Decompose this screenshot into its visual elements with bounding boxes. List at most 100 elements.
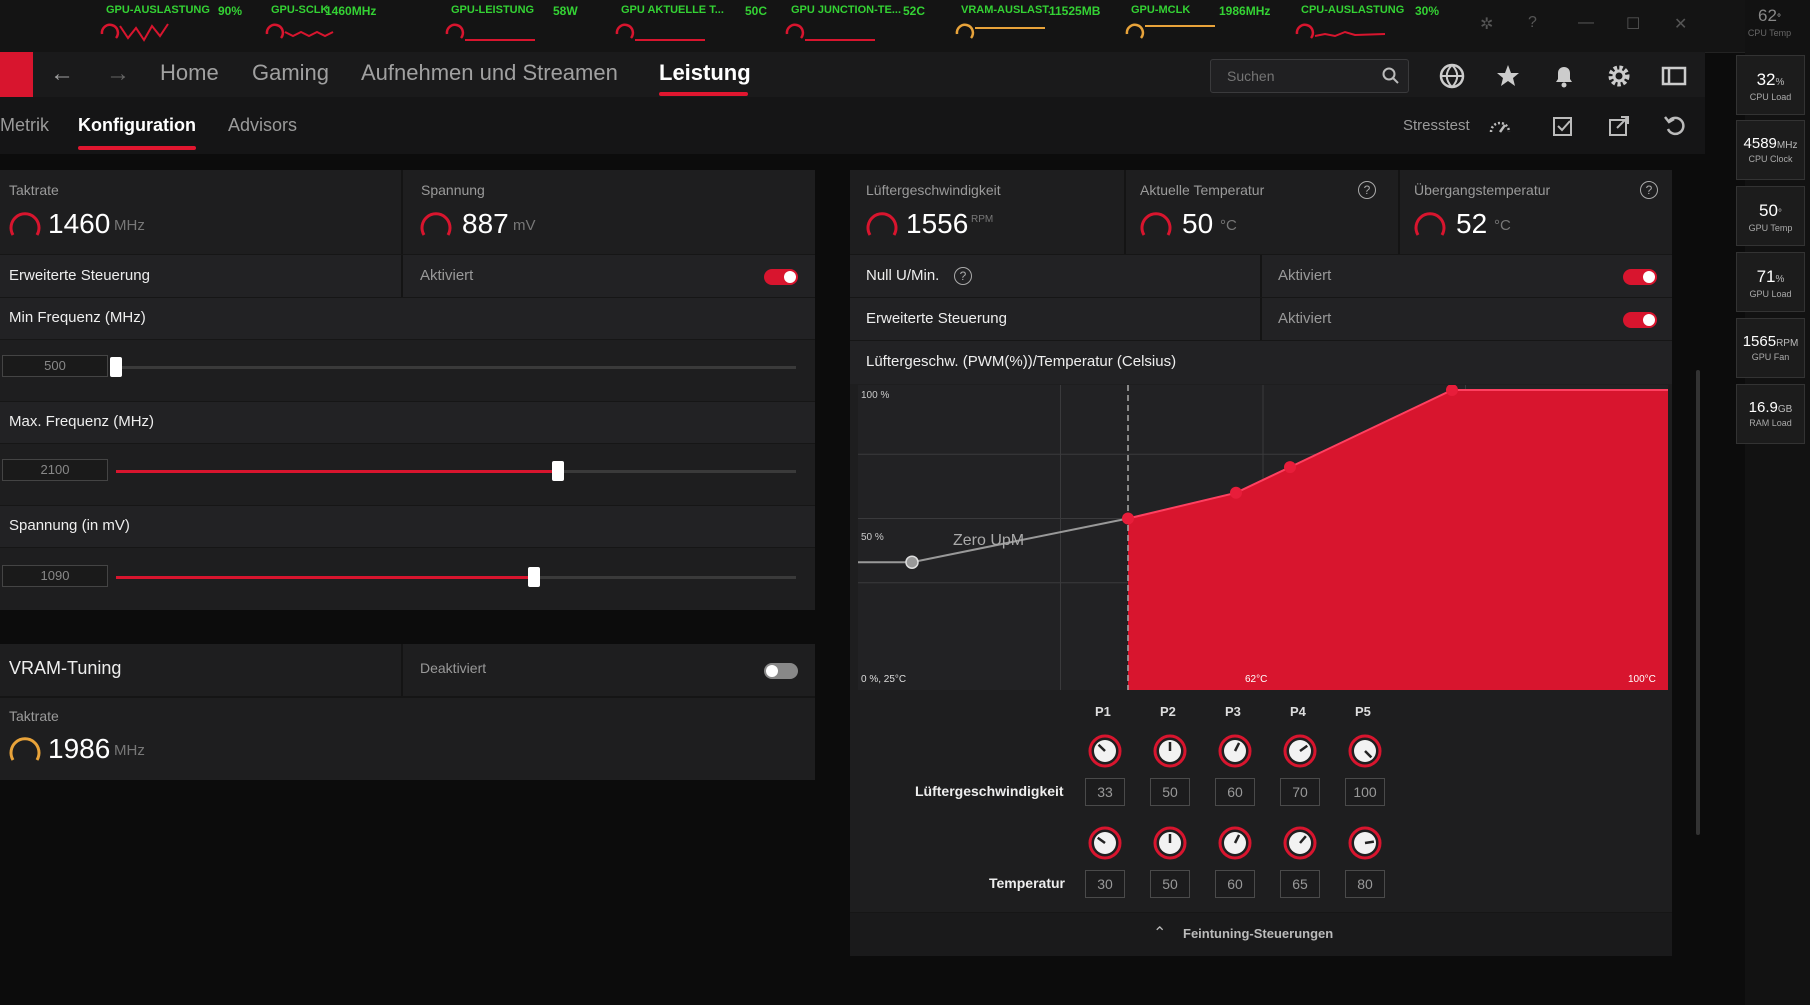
rail-unit: ° xyxy=(1776,13,1781,24)
star-icon[interactable] xyxy=(1494,62,1522,90)
voltage-mv-header: Spannung (in mV) xyxy=(0,505,815,548)
nav-home[interactable]: Home xyxy=(160,60,219,86)
temperature-input-p2[interactable]: 50 xyxy=(1150,870,1190,898)
help-icon[interactable]: ? xyxy=(954,267,972,285)
temperature-knob-p1[interactable] xyxy=(1088,826,1122,860)
metric-gpu-sclk: GPU-SCLK 1460MHz xyxy=(255,0,425,52)
fan-point-controls: P1 P2 P3 P4 P5 Lüftergeschwindigkeit Tem… xyxy=(850,698,1672,908)
export-icon[interactable] xyxy=(1605,112,1633,140)
search-input[interactable] xyxy=(1225,67,1379,85)
nav-performance[interactable]: Leistung xyxy=(659,60,751,86)
fan-curve-chart[interactable]: 100 % 50 % 0 %, 25°C Zero UpM 62°C 100°C xyxy=(858,385,1668,690)
stresstest-gauge-icon[interactable] xyxy=(1486,112,1514,140)
help-icon[interactable]: ? xyxy=(1358,181,1376,199)
rail-label: GPU Temp xyxy=(1748,223,1793,233)
temperature-input-p5[interactable]: 80 xyxy=(1345,870,1385,898)
origin-label: 0 %, 25°C xyxy=(861,674,906,685)
fan-speed-label: Lüftergeschwindigkeit xyxy=(866,182,1001,198)
max-frequency-slider-handle[interactable] xyxy=(552,461,564,481)
voltage-gauge-icon xyxy=(420,212,452,236)
current-temp-value: 50 xyxy=(1182,208,1214,239)
fan-speed-knob-p4[interactable] xyxy=(1283,734,1317,768)
maximize-icon[interactable]: ☐ xyxy=(1626,14,1640,34)
metric-label: GPU-MCLK xyxy=(1131,4,1191,16)
metric-gpu-mclk: GPU-MCLK 1986MHz xyxy=(1115,0,1285,52)
sidebar-panel-icon[interactable] xyxy=(1660,62,1688,90)
fine-tuning-toggle-row[interactable]: ⌃ Feintuning-Steuerungen xyxy=(850,912,1672,956)
advanced-control-row: Erweiterte Steuerung Aktiviert xyxy=(0,254,815,298)
voltage-label: Spannung xyxy=(421,182,485,198)
slider-track[interactable] xyxy=(116,366,796,369)
temperature-knob-p4[interactable] xyxy=(1283,826,1317,860)
fan-curve-title: Lüftergeschw. (PWM(%))/Temperatur (Celsi… xyxy=(866,353,1177,370)
fan-speed-knob-p5[interactable] xyxy=(1348,734,1382,768)
temperature-input-p1[interactable]: 30 xyxy=(1085,870,1125,898)
reset-icon[interactable] xyxy=(1661,112,1689,140)
advanced-control-toggle[interactable] xyxy=(764,269,798,285)
amd-logo-icon[interactable] xyxy=(0,52,33,97)
min-frequency-label: Min Frequenz (MHz) xyxy=(9,309,146,326)
curve-point-p2[interactable] xyxy=(1230,486,1242,499)
temperature-knob-p2[interactable] xyxy=(1153,826,1187,860)
gear-icon[interactable] xyxy=(1605,62,1633,90)
forward-icon[interactable]: → xyxy=(106,60,130,88)
junction-temp-unit: °C xyxy=(1494,217,1511,234)
min-frequency-input[interactable]: 500 xyxy=(2,355,108,377)
search-box[interactable] xyxy=(1210,59,1409,93)
tab-advisors[interactable]: Advisors xyxy=(228,115,297,136)
globe-icon[interactable] xyxy=(1438,62,1466,90)
fan-advanced-toggle[interactable] xyxy=(1623,312,1657,328)
fan-speed-knob-p3[interactable] xyxy=(1218,734,1252,768)
fan-speed-input-p5[interactable]: 100 xyxy=(1345,778,1385,806)
voltage-mv-input[interactable]: 1090 xyxy=(2,565,108,587)
fan-speed-input-p1[interactable]: 33 xyxy=(1085,778,1125,806)
rail-item: 50° GPU Temp xyxy=(1736,186,1805,246)
temperature-input-p3[interactable]: 60 xyxy=(1215,870,1255,898)
min-frequency-slider-handle[interactable] xyxy=(110,357,122,377)
back-icon[interactable]: ← xyxy=(50,60,74,88)
tab-configuration[interactable]: Konfiguration xyxy=(78,115,196,136)
help-icon[interactable]: ? xyxy=(1528,14,1537,32)
temperature-input-p4[interactable]: 65 xyxy=(1280,870,1320,898)
junction-temp-value: 52 xyxy=(1456,208,1488,239)
zero-rpm-point[interactable] xyxy=(905,555,919,569)
curve-point-p3[interactable] xyxy=(1284,461,1296,474)
bell-icon[interactable] xyxy=(1550,62,1578,90)
minimize-icon[interactable]: — xyxy=(1578,14,1594,32)
rail-unit: GB xyxy=(1777,404,1793,415)
bug-icon[interactable]: ✲ xyxy=(1480,14,1493,34)
divider xyxy=(1398,170,1400,254)
vram-tuning-toggle[interactable] xyxy=(764,663,798,679)
voltage-mv-slider-handle[interactable] xyxy=(528,567,541,587)
metric-gpu-power: GPU-LEISTUNG 58W xyxy=(435,0,605,52)
nav-record-stream[interactable]: Aufnehmen und Streamen xyxy=(361,60,618,86)
search-icon[interactable] xyxy=(1382,67,1400,85)
fan-speed-input-p3[interactable]: 60 xyxy=(1215,778,1255,806)
divider xyxy=(401,255,403,298)
scrollbar[interactable] xyxy=(1696,370,1700,835)
nav-gaming[interactable]: Gaming xyxy=(252,60,329,86)
rail-label: CPU Clock xyxy=(1748,154,1793,164)
junction-temp-label: Übergangstemperatur xyxy=(1414,182,1551,198)
chevron-up-icon[interactable]: ⌃ xyxy=(1153,923,1166,943)
x-axis-max-label: 100°C xyxy=(1628,674,1656,685)
close-icon[interactable]: ✕ xyxy=(1674,14,1687,34)
rail-unit: ° xyxy=(1777,208,1782,219)
apply-changes-icon[interactable] xyxy=(1549,112,1577,140)
fan-speed-knob-p2[interactable] xyxy=(1153,734,1187,768)
sparkline-icon xyxy=(100,23,169,42)
min-frequency-slider-row: 500 xyxy=(0,339,815,392)
fan-speed-input-p4[interactable]: 70 xyxy=(1280,778,1320,806)
clock-gauge-icon xyxy=(9,212,41,236)
help-icon[interactable]: ? xyxy=(1640,181,1658,199)
temperature-knob-p5[interactable] xyxy=(1348,826,1382,860)
fan-speed-knob-p1[interactable] xyxy=(1088,734,1122,768)
temperature-knob-p3[interactable] xyxy=(1218,826,1252,860)
tab-metrics[interactable]: Metrik xyxy=(0,115,49,136)
curve-point-p1[interactable] xyxy=(1122,512,1134,525)
max-frequency-slider-row: 2100 xyxy=(0,443,815,496)
zero-rpm-toggle[interactable] xyxy=(1623,269,1657,285)
rail-label: GPU Fan xyxy=(1751,352,1790,362)
fan-speed-input-p2[interactable]: 50 xyxy=(1150,778,1190,806)
max-frequency-input[interactable]: 2100 xyxy=(2,459,108,481)
